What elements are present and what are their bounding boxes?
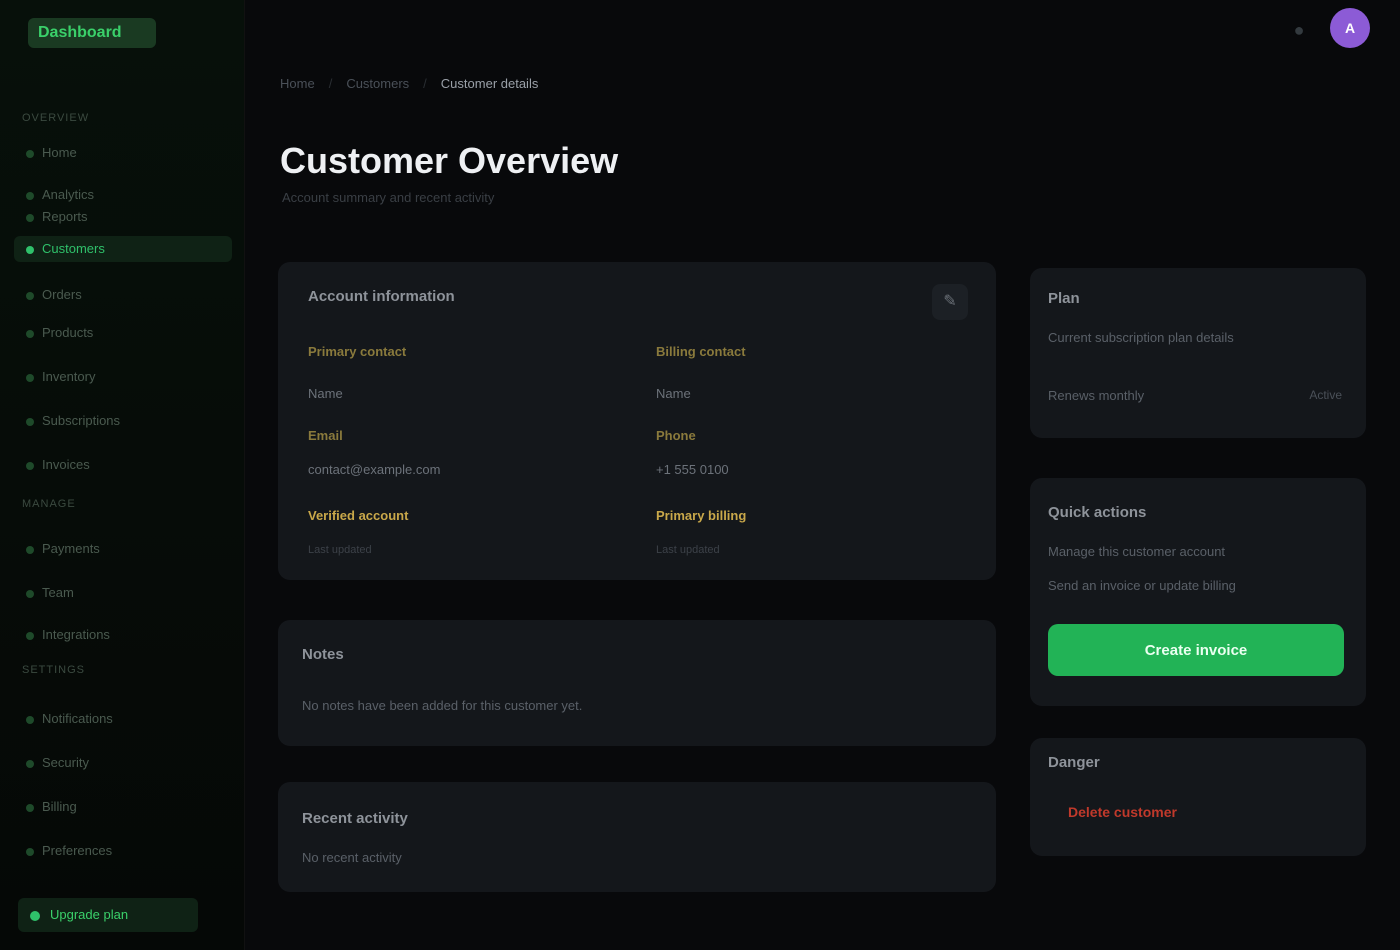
sidebar-item-label: Home bbox=[42, 145, 77, 160]
bell-icon[interactable]: ● bbox=[1284, 18, 1314, 42]
gear-icon bbox=[26, 847, 34, 856]
sidebar-item-label: Analytics bbox=[42, 187, 95, 202]
sidebar-item-notifications[interactable]: Notifications bbox=[14, 706, 232, 732]
breadcrumb-item-home[interactable]: Home bbox=[280, 76, 315, 91]
plan-card: Plan Current subscription plan details R… bbox=[1030, 268, 1366, 438]
notes-text: No notes have been added for this custom… bbox=[302, 698, 583, 713]
sidebar-item-label: Integrations bbox=[42, 627, 110, 642]
sidebar-item-preferences[interactable]: Preferences bbox=[14, 838, 232, 864]
sidebar-item-label: Preferences bbox=[42, 843, 113, 858]
breadcrumb: Home / Customers / Customer details bbox=[280, 76, 538, 91]
sidebar-item-label: Notifications bbox=[42, 711, 113, 726]
sidebar: Dashboard Overview Home Analytics Report… bbox=[0, 0, 245, 950]
bell-icon bbox=[26, 715, 34, 724]
shield-icon bbox=[26, 759, 34, 768]
sidebar-item-label: Subscriptions bbox=[42, 413, 121, 428]
nav-section-overview: Overview bbox=[22, 112, 90, 124]
nav-section-manage: Manage bbox=[22, 498, 76, 510]
sidebar-item-subscriptions[interactable]: Subscriptions bbox=[14, 408, 232, 434]
breadcrumb-separator: / bbox=[423, 76, 427, 91]
field-label: Email bbox=[308, 428, 343, 443]
upgrade-button[interactable]: Upgrade plan bbox=[18, 898, 198, 932]
edit-icon[interactable]: ✎ bbox=[932, 284, 968, 320]
avatar[interactable]: A bbox=[1330, 8, 1370, 48]
plan-meta: Renews monthly bbox=[1048, 388, 1145, 403]
breadcrumb-separator: / bbox=[328, 76, 333, 91]
page-title: Customer Overview bbox=[280, 140, 619, 181]
create-invoice-button[interactable]: Create invoice bbox=[1048, 624, 1344, 676]
card-title: Danger bbox=[1048, 754, 1100, 771]
sidebar-item-label: Payments bbox=[42, 541, 100, 556]
sidebar-item-label: Products bbox=[42, 325, 94, 340]
file-icon bbox=[26, 213, 34, 222]
upgrade-label: Upgrade plan bbox=[50, 907, 129, 922]
sidebar-item-billing[interactable]: Billing bbox=[14, 794, 232, 820]
sidebar-item-team[interactable]: Team bbox=[14, 580, 232, 606]
field-label: Phone bbox=[656, 428, 696, 443]
field-value[interactable]: +1 555 0100 bbox=[656, 462, 729, 477]
layers-icon bbox=[26, 373, 34, 382]
plan-text: Current subscription plan details bbox=[1048, 330, 1234, 345]
sidebar-item-label: Invoices bbox=[42, 457, 90, 472]
danger-card: Danger Delete customer bbox=[1030, 738, 1366, 856]
delete-customer-link[interactable]: Delete customer bbox=[1068, 804, 1177, 820]
users-icon bbox=[26, 245, 34, 254]
sidebar-item-label: Billing bbox=[42, 799, 77, 814]
actions-text: Manage this customer account bbox=[1048, 544, 1226, 559]
status-badge: Verified account bbox=[308, 508, 409, 523]
card-icon bbox=[26, 545, 34, 554]
field-value[interactable]: contact@example.com bbox=[308, 462, 440, 477]
sidebar-item-customers[interactable]: Customers bbox=[14, 236, 232, 262]
sidebar-item-products[interactable]: Products bbox=[14, 320, 232, 346]
app-logo[interactable]: Dashboard bbox=[28, 18, 156, 48]
box-icon bbox=[26, 329, 34, 338]
sidebar-item-label: Reports bbox=[42, 209, 88, 224]
field-value: Name bbox=[308, 386, 343, 401]
actions-text: Send an invoice or update billing bbox=[1048, 578, 1236, 593]
sidebar-item-invoices[interactable]: Invoices bbox=[14, 452, 232, 478]
sidebar-item-home[interactable]: Home bbox=[14, 140, 232, 166]
card-title: Notes bbox=[302, 646, 344, 663]
card-title: Quick actions bbox=[1048, 504, 1147, 521]
notes-card: Notes No notes have been added for this … bbox=[278, 620, 996, 746]
card-title: Recent activity bbox=[302, 810, 408, 827]
receipt-icon bbox=[26, 461, 34, 470]
activity-card: Recent activity No recent activity bbox=[278, 782, 996, 892]
page-subtitle: Account summary and recent activity bbox=[282, 190, 495, 205]
status-badge: Primary billing bbox=[656, 508, 747, 523]
field-value: Name bbox=[656, 386, 691, 401]
sidebar-item-label: Orders bbox=[42, 287, 82, 302]
account-info-card: Account information ✎ Primary contact Na… bbox=[278, 262, 996, 580]
wallet-icon bbox=[26, 803, 34, 812]
activity-text: No recent activity bbox=[302, 850, 402, 865]
field-label: Primary contact bbox=[308, 344, 407, 359]
sidebar-item-reports[interactable]: Reports bbox=[14, 204, 232, 230]
breadcrumb-item-customers[interactable]: Customers bbox=[346, 76, 409, 91]
repeat-icon bbox=[26, 417, 34, 426]
quick-actions-card: Quick actions Manage this customer accou… bbox=[1030, 478, 1366, 706]
home-icon bbox=[26, 149, 34, 158]
nav-section-settings: Settings bbox=[22, 664, 86, 676]
sidebar-item-security[interactable]: Security bbox=[14, 750, 232, 776]
sidebar-item-label: Team bbox=[42, 585, 74, 600]
field-label: Billing contact bbox=[656, 344, 746, 359]
card-title: Account information bbox=[308, 288, 455, 305]
card-title: Plan bbox=[1048, 290, 1080, 307]
status-badge: Active bbox=[1309, 388, 1342, 402]
plug-icon bbox=[26, 631, 34, 640]
field-meta: Last updated bbox=[308, 544, 372, 556]
field-meta: Last updated bbox=[656, 544, 720, 556]
chart-icon bbox=[26, 191, 34, 200]
sidebar-item-label: Security bbox=[42, 755, 89, 770]
sidebar-item-label: Customers bbox=[42, 241, 105, 256]
sidebar-item-label: Inventory bbox=[42, 369, 96, 384]
star-icon bbox=[30, 910, 40, 921]
sidebar-item-payments[interactable]: Payments bbox=[14, 536, 232, 562]
sidebar-item-integrations[interactable]: Integrations bbox=[14, 622, 232, 648]
team-icon bbox=[26, 589, 34, 598]
sidebar-item-orders[interactable]: Orders bbox=[14, 282, 232, 308]
sidebar-item-inventory[interactable]: Inventory bbox=[14, 364, 232, 390]
cart-icon bbox=[26, 291, 34, 300]
breadcrumb-item-current: Customer details bbox=[440, 76, 539, 91]
